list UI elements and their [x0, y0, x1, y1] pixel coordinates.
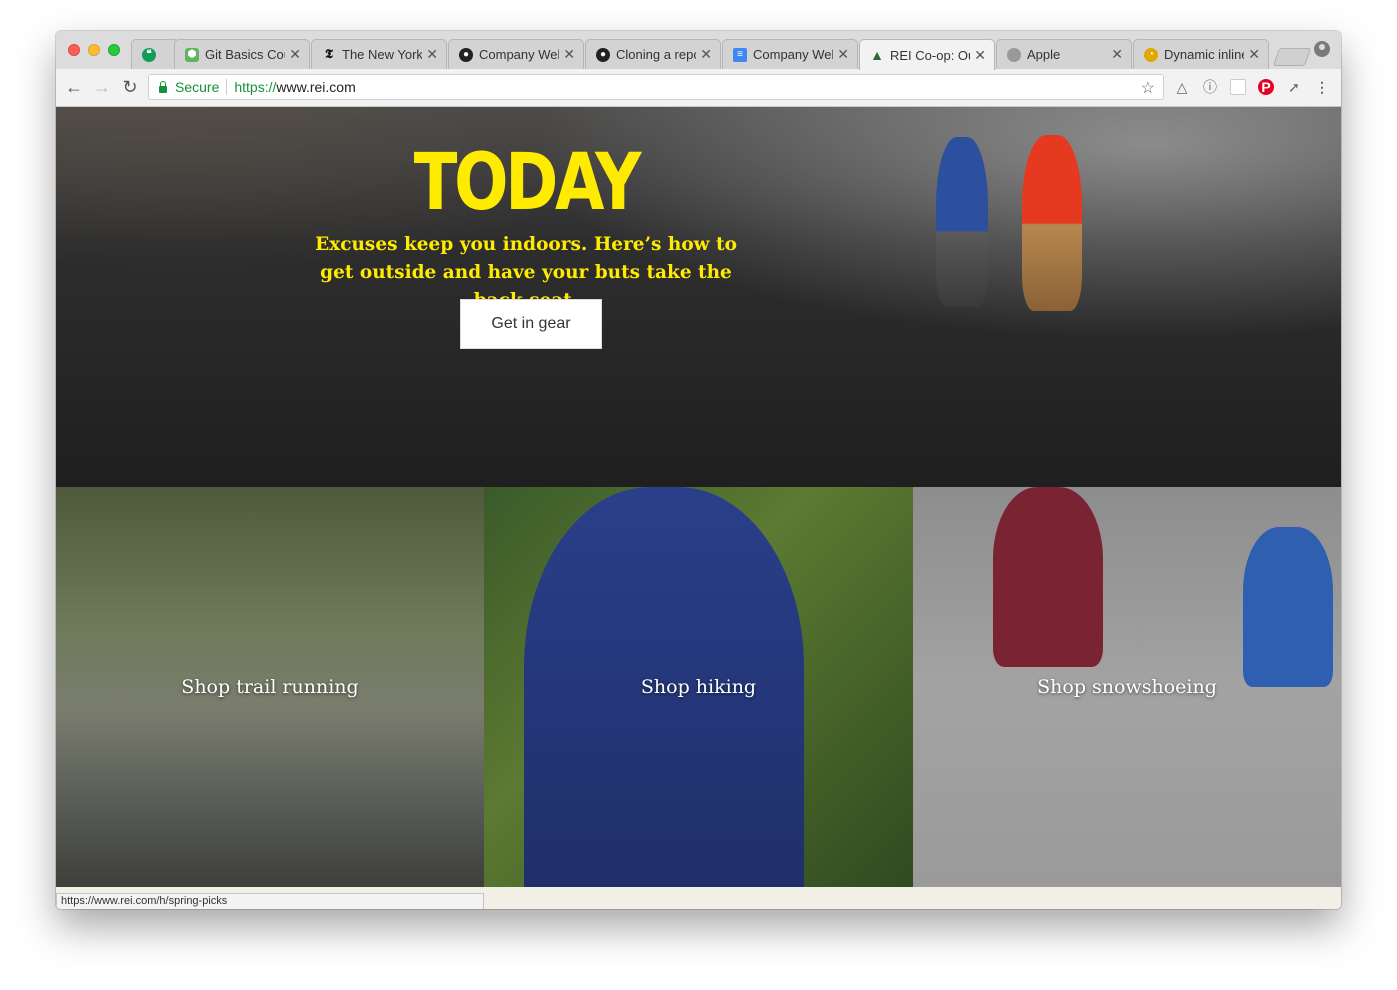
- hero-title: TODAY: [413, 138, 642, 228]
- back-button[interactable]: ←: [64, 77, 84, 97]
- close-tab-icon[interactable]: ✕: [426, 46, 438, 63]
- tab-company-web-docs[interactable]: ≡ Company Web ✕: [722, 39, 858, 69]
- zoom-window-button[interactable]: [108, 44, 120, 56]
- tab-cloning-repo[interactable]: ● Cloning a repo ✕: [585, 39, 721, 69]
- hexagon-icon: ⬢: [185, 47, 199, 62]
- tab-label: Apple: [1027, 47, 1061, 62]
- github-icon: ●: [459, 47, 473, 62]
- close-tab-icon[interactable]: ✕: [1248, 46, 1260, 63]
- blank-extension-icon[interactable]: [1230, 79, 1246, 95]
- secure-label: Secure: [175, 79, 220, 95]
- profile-icon[interactable]: [1314, 41, 1330, 57]
- pinterest-icon[interactable]: P: [1258, 79, 1274, 95]
- tab-company-web-github[interactable]: ● Company Web ✕: [448, 39, 584, 69]
- lock-icon: [159, 80, 167, 93]
- close-tab-icon[interactable]: ✕: [563, 46, 575, 63]
- drive-extension-icon[interactable]: △: [1174, 79, 1190, 95]
- menu-kebab-icon[interactable]: ⋮: [1314, 79, 1330, 95]
- close-window-button[interactable]: [68, 44, 80, 56]
- tile-trail-running[interactable]: Shop trail running: [56, 487, 484, 887]
- hiker-blue-shape: [1243, 527, 1333, 687]
- divider: [226, 79, 228, 95]
- url-scheme: https://: [234, 79, 277, 95]
- tree-icon: ▲: [870, 47, 884, 63]
- new-tab-button[interactable]: [1272, 48, 1312, 66]
- tab-dynamic-inline[interactable]: ◔ Dynamic inline ✕: [1133, 39, 1269, 69]
- tab-hangouts[interactable]: ❝: [131, 39, 179, 69]
- close-tab-icon[interactable]: ✕: [1111, 46, 1123, 63]
- docs-icon: ≡: [733, 47, 747, 62]
- close-tab-icon[interactable]: ✕: [837, 46, 849, 63]
- gauge-icon: ◔: [1144, 47, 1158, 62]
- url-host: www.rei.com: [276, 79, 356, 95]
- hiker-maroon-shape: [993, 487, 1103, 667]
- hiker-red-figure: [1022, 135, 1082, 311]
- tab-label: Cloning a repo: [616, 47, 697, 62]
- password-extension-icon[interactable]: ⓘ: [1202, 79, 1218, 95]
- close-tab-icon[interactable]: ✕: [289, 46, 301, 63]
- tab-rei[interactable]: ▲ REI Co-op: Ou ✕: [859, 39, 995, 70]
- rocket-extension-icon[interactable]: ➚: [1286, 79, 1302, 95]
- tab-label: Company Web: [479, 47, 560, 62]
- tab-label: The New York: [342, 47, 423, 62]
- apple-icon: [1007, 47, 1021, 62]
- hiker-blue-figure: [936, 137, 988, 307]
- tab-label: Company Web: [753, 47, 834, 62]
- nyt-icon: 𝕿: [325, 47, 333, 62]
- hangouts-icon: ❝: [142, 47, 156, 62]
- github-icon: ●: [596, 47, 610, 62]
- hero-banner: TODAY Excuses keep you indoors. Here’s h…: [56, 107, 1341, 487]
- minimize-window-button[interactable]: [88, 44, 100, 56]
- status-bar-url: https://www.rei.com/h/spring-picks: [56, 893, 484, 909]
- tile-label: Shop hiking: [640, 676, 757, 698]
- tab-label: Dynamic inline: [1164, 47, 1245, 62]
- tab-label: Git Basics Cou: [205, 47, 286, 62]
- forward-button[interactable]: →: [92, 77, 112, 97]
- tab-nytimes[interactable]: 𝕿 The New York ✕: [311, 39, 447, 69]
- reload-button[interactable]: ↻: [120, 77, 140, 97]
- tile-snowshoeing[interactable]: Shop snowshoeing: [913, 487, 1341, 887]
- page-content: TODAY Excuses keep you indoors. Here’s h…: [56, 107, 1341, 909]
- tile-label: Shop snowshoeing: [1037, 676, 1217, 698]
- close-tab-icon[interactable]: ✕: [700, 46, 712, 63]
- hero-title-clipped: [284, 107, 760, 135]
- toolbar: ← → ↻ Secure https://www.rei.com ☆ △ ⓘ P…: [56, 69, 1341, 107]
- tile-label: Shop trail running: [181, 676, 359, 698]
- category-tiles: Shop trail running Shop hiking Shop snow…: [56, 487, 1341, 887]
- browser-window: ❝ ⬢ Git Basics Cou ✕ 𝕿 The New York ✕ ● …: [56, 31, 1341, 909]
- get-in-gear-button[interactable]: Get in gear: [460, 299, 602, 349]
- close-tab-icon[interactable]: ✕: [974, 47, 986, 64]
- tab-git-basics[interactable]: ⬢ Git Basics Cou ✕: [174, 39, 310, 69]
- tab-label: REI Co-op: Ou: [890, 47, 971, 63]
- bookmark-star-icon[interactable]: ☆: [1141, 78, 1155, 98]
- address-bar[interactable]: Secure https://www.rei.com ☆: [148, 74, 1164, 100]
- tab-apple[interactable]: Apple ✕: [996, 39, 1132, 69]
- tile-hiking[interactable]: Shop hiking: [484, 487, 913, 887]
- tab-strip: ❝ ⬢ Git Basics Cou ✕ 𝕿 The New York ✕ ● …: [56, 31, 1341, 70]
